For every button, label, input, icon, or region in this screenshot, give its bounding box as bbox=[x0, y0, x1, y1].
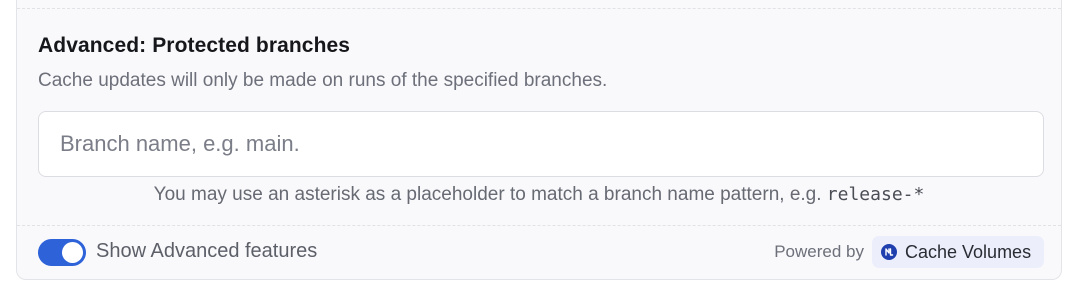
show-advanced-label[interactable]: Show Advanced features bbox=[96, 240, 317, 263]
section-description: Cache updates will only be made on runs … bbox=[38, 70, 608, 91]
top-divider bbox=[17, 8, 1061, 9]
pattern-hint-example: release-* bbox=[826, 184, 925, 205]
cache-volumes-badge[interactable]: Cache Volumes bbox=[872, 236, 1044, 268]
show-advanced-toggle[interactable] bbox=[38, 239, 86, 266]
pattern-hint-text: You may use an asterisk as a placeholder… bbox=[153, 184, 822, 205]
pattern-hint: You may use an asterisk as a placeholder… bbox=[17, 184, 1061, 206]
section-title: Advanced: Protected branches bbox=[38, 34, 351, 57]
branch-name-input[interactable] bbox=[38, 111, 1044, 177]
toggle-knob bbox=[62, 242, 83, 263]
powered-by-label: Powered by bbox=[774, 242, 864, 261]
cache-volumes-logo-icon bbox=[881, 244, 897, 260]
cache-volumes-label: Cache Volumes bbox=[905, 241, 1032, 262]
protected-branches-card: Advanced: Protected branches Cache updat… bbox=[16, 0, 1062, 280]
footer-divider bbox=[17, 225, 1061, 226]
